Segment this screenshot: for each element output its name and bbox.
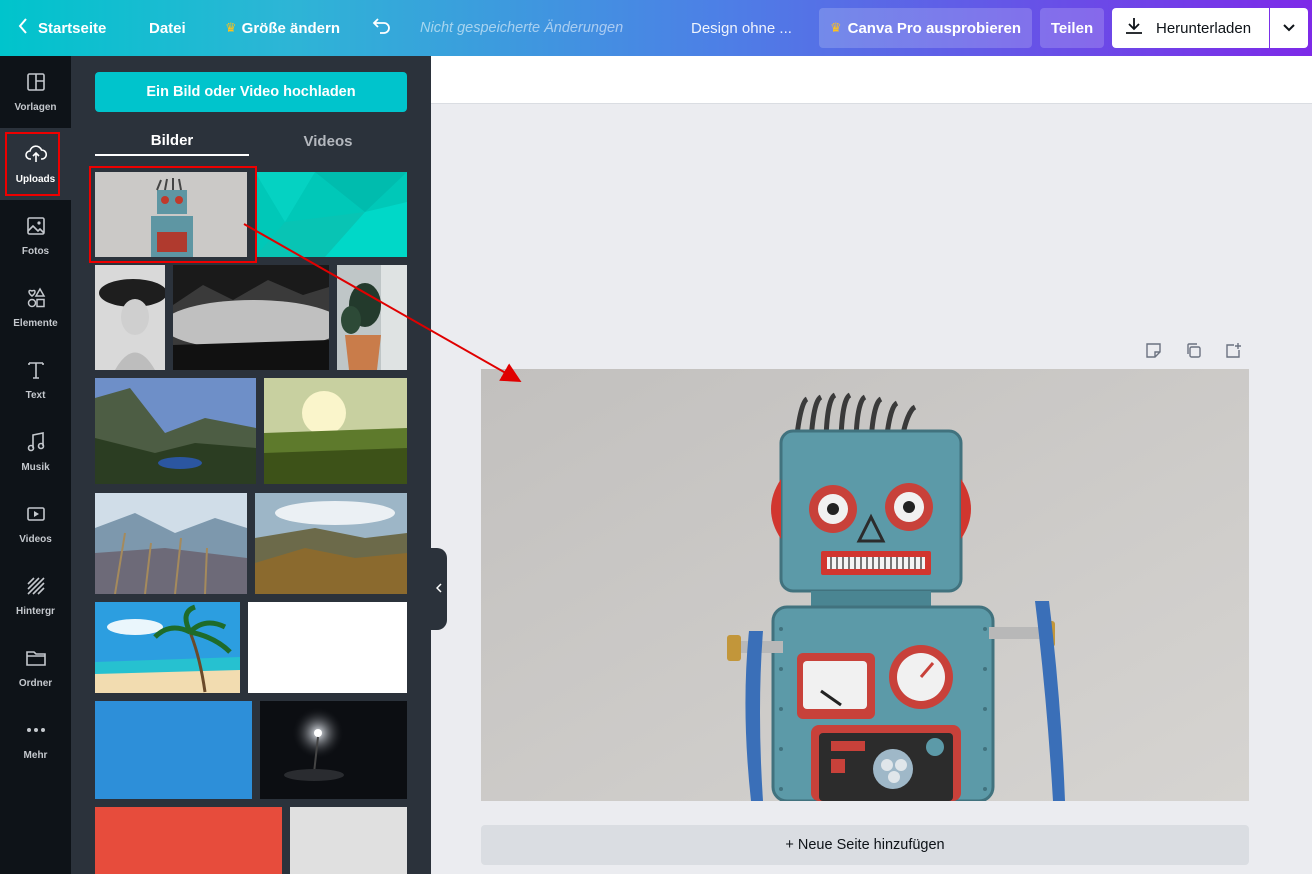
sidebar-item-templates[interactable]: Vorlagen: [0, 56, 71, 128]
crown-icon: ♛: [829, 20, 842, 35]
annotation-highlight: [5, 132, 60, 196]
undo-icon: [372, 17, 392, 39]
sidebar-item-folder[interactable]: Ordner: [0, 632, 71, 704]
page-toolbar: [1143, 340, 1243, 360]
sidebar-item-label: Hintergr: [16, 606, 55, 617]
tab-videos[interactable]: Videos: [251, 126, 405, 156]
resize-label: Größe ändern: [241, 19, 341, 37]
sidebar-item-music[interactable]: Musik: [0, 416, 71, 488]
robot-photo: [481, 369, 1249, 801]
thumbnail-woman-hat[interactable]: [95, 265, 165, 370]
sidebar-rail: Vorlagen Uploads Fotos Elemente Text Mus…: [0, 56, 71, 874]
unsaved-changes-status: Nicht gespeicherte Änderungen: [420, 20, 624, 36]
music-icon: [25, 431, 47, 456]
duplicate-icon[interactable]: [1183, 340, 1203, 360]
scrollbar[interactable]: [1301, 104, 1312, 874]
sidebar-item-label: Text: [25, 390, 46, 401]
photo-icon: [25, 215, 47, 240]
download-button[interactable]: Herunterladen: [1112, 8, 1269, 48]
undo-button[interactable]: [370, 0, 394, 56]
thumbnail-mountains-grass[interactable]: [95, 493, 247, 594]
sidebar-item-label: Elemente: [13, 318, 58, 329]
pro-label: Canva Pro ausprobieren: [847, 19, 1022, 37]
add-page-button[interactable]: + Neue Seite hinzufügen: [481, 825, 1249, 865]
sidebar-item-more[interactable]: Mehr: [0, 704, 71, 776]
more-icon: [25, 719, 47, 744]
annotation-highlight: [89, 166, 257, 263]
templates-icon: [25, 71, 47, 96]
design-title[interactable]: Design ohne ...: [691, 0, 792, 56]
add-page-icon[interactable]: [1223, 340, 1243, 360]
sidebar-item-background[interactable]: Hintergr: [0, 560, 71, 632]
thumbnail-hills-sunlight[interactable]: [255, 493, 407, 594]
sidebar-item-label: Ordner: [18, 678, 53, 689]
video-icon: [25, 503, 47, 528]
thumbnail-mountain-lake[interactable]: [95, 378, 256, 484]
sidebar-item-photos[interactable]: Fotos: [0, 200, 71, 272]
sidebar-item-elements[interactable]: Elemente: [0, 272, 71, 344]
sidebar-item-label: Videos: [19, 534, 52, 545]
chevron-left-icon: [435, 580, 442, 598]
thumbnail-plant-pot[interactable]: [337, 265, 407, 370]
top-bar: Startseite Datei ♛ Größe ändern Nicht ge…: [0, 0, 1312, 56]
home-label: Startseite: [38, 19, 107, 37]
chevron-down-icon: [1282, 20, 1296, 37]
download-options-button[interactable]: [1270, 8, 1308, 48]
download-label: Herunterladen: [1156, 19, 1252, 37]
thumbnail-foggy-mountains[interactable]: [173, 265, 329, 370]
file-menu[interactable]: Datei: [149, 0, 186, 56]
thumbnail-light-gray[interactable]: [290, 807, 407, 874]
editor-toolbar: [431, 56, 1312, 104]
thumbnail-white[interactable]: [248, 602, 407, 693]
background-icon: [25, 575, 47, 600]
resize-button[interactable]: ♛ Größe ändern: [225, 0, 340, 56]
sidebar-item-label: Vorlagen: [14, 102, 57, 113]
collapse-panel-button[interactable]: [431, 548, 447, 630]
thumbnail-sunset-grass[interactable]: [264, 378, 407, 484]
design-page[interactable]: [481, 369, 1249, 801]
chevron-left-icon: [18, 18, 28, 38]
thumbnail-night-lamp[interactable]: [260, 701, 407, 799]
upload-media-button[interactable]: Ein Bild oder Video hochladen: [95, 72, 407, 112]
home-link[interactable]: Startseite: [18, 0, 106, 56]
uploads-panel: Ein Bild oder Video hochladen Bilder Vid…: [71, 56, 431, 874]
sidebar-item-label: Mehr: [23, 750, 48, 761]
thumbnail-blue[interactable]: [95, 701, 252, 799]
note-icon[interactable]: [1143, 340, 1163, 360]
tab-images[interactable]: Bilder: [95, 126, 249, 156]
download-icon: [1124, 16, 1144, 40]
sidebar-item-label: Fotos: [21, 246, 50, 257]
shapes-icon: [25, 287, 47, 312]
try-canva-pro-button[interactable]: ♛ Canva Pro ausprobieren: [819, 8, 1032, 48]
sidebar-item-text[interactable]: Text: [0, 344, 71, 416]
share-button[interactable]: Teilen: [1040, 8, 1104, 48]
text-icon: [25, 359, 47, 384]
sidebar-item-label: Musik: [21, 462, 50, 473]
crown-icon: ♛: [225, 20, 237, 35]
thumbnail-red[interactable]: [95, 807, 282, 874]
sidebar-item-videos[interactable]: Videos: [0, 488, 71, 560]
thumbnail-teal-polygon[interactable]: [255, 172, 407, 257]
folder-icon: [25, 647, 47, 672]
thumbnail-palm-beach[interactable]: [95, 602, 240, 693]
